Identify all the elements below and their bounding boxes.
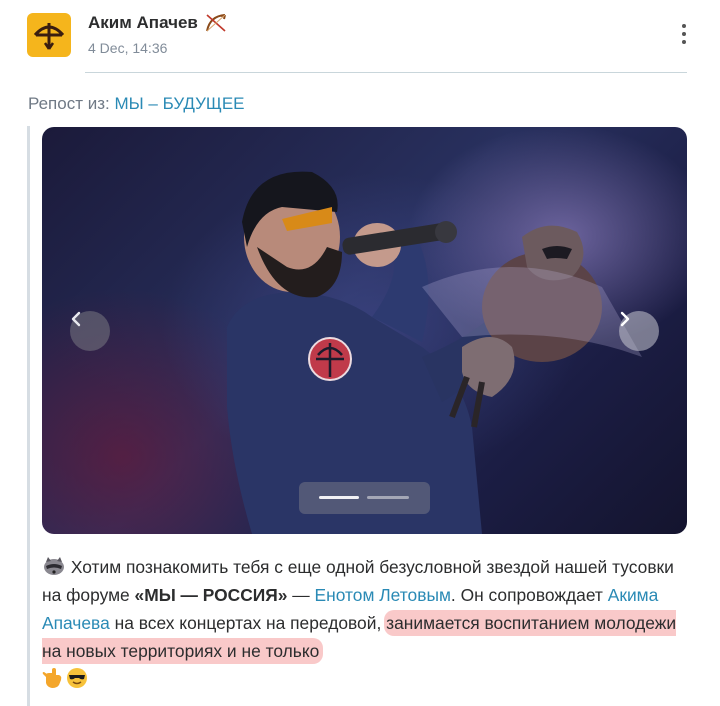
post-header: Аким Апачев 4 Dec, 14:36 [0, 0, 720, 74]
gallery-pagination [299, 482, 430, 514]
repost-source: Репост из: МЫ – БУДУЩЕЕ [28, 94, 245, 114]
text-part-5: на всех концертах на передовой, [109, 613, 387, 633]
header-divider [85, 72, 687, 73]
crossbow-logo-icon [33, 23, 65, 50]
author-name-text: Аким Апачев [88, 13, 198, 32]
author-name[interactable]: Аким Апачев [88, 12, 228, 34]
more-options-icon[interactable] [672, 20, 696, 48]
pagination-dot-active[interactable] [319, 496, 359, 499]
chevron-left-icon [71, 311, 81, 327]
gallery-prev-button[interactable] [70, 311, 110, 351]
post-photo[interactable] [42, 127, 687, 534]
repost-source-link[interactable]: МЫ – БУДУЩЕЕ [114, 94, 244, 113]
emoji-line [42, 667, 692, 689]
forum-name: «МЫ — РОССИЯ» [134, 585, 288, 605]
crossbow-icon [205, 14, 226, 32]
avatar[interactable] [27, 13, 71, 57]
call-me-hand-emoji-icon [42, 668, 62, 688]
text-part-4: . Он сопровождает [450, 585, 608, 605]
raccoon-emoji-icon [44, 557, 64, 575]
gallery-next-button[interactable] [619, 311, 659, 351]
chevron-right-icon [620, 311, 630, 327]
repost-quote-bar [27, 126, 30, 706]
sunglasses-emoji-icon [67, 668, 87, 688]
mention-link-raccoon[interactable]: Енотом Летовым [315, 585, 451, 605]
post-timestamp[interactable]: 4 Dec, 14:36 [88, 40, 167, 56]
repost-prefix: Репост из: [28, 94, 110, 113]
concert-photo-image [227, 171, 642, 534]
post-text: Хотим познакомить тебя с еще одной безус… [42, 553, 692, 689]
text-part-3: — [287, 585, 315, 605]
pagination-dot[interactable] [367, 496, 409, 499]
